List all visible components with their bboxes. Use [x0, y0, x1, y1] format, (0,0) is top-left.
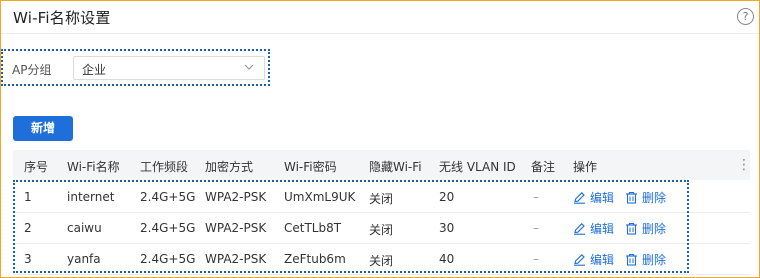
- rows-highlight: [13, 180, 689, 273]
- column-settings-icon[interactable]: ⋮: [737, 157, 751, 173]
- col-header-remark: 备注: [531, 160, 556, 174]
- col-header-index: 序号: [24, 160, 49, 174]
- help-icon[interactable]: ?: [737, 8, 754, 25]
- col-header-vlan-id: 无线 VLAN ID: [439, 160, 516, 174]
- col-header-wifi-name: Wi-Fi名称: [67, 160, 120, 174]
- col-header-band: 工作频段: [140, 160, 189, 174]
- col-header-actions: 操作: [573, 160, 598, 174]
- ap-group-select[interactable]: 企业: [73, 56, 265, 80]
- col-header-password: Wi-Fi密码: [284, 160, 337, 174]
- title-divider: [1, 33, 759, 34]
- page-title: Wi-Fi名称设置: [13, 9, 111, 27]
- chevron-down-icon: [244, 64, 254, 70]
- add-button[interactable]: 新增: [13, 116, 73, 141]
- ap-group-label: AP分组: [12, 63, 52, 77]
- ap-group-selected-value: 企业: [82, 63, 107, 77]
- col-header-hidden: 隐藏Wi-Fi: [369, 160, 422, 174]
- col-header-encryption: 加密方式: [205, 160, 254, 174]
- row-divider: [13, 274, 750, 275]
